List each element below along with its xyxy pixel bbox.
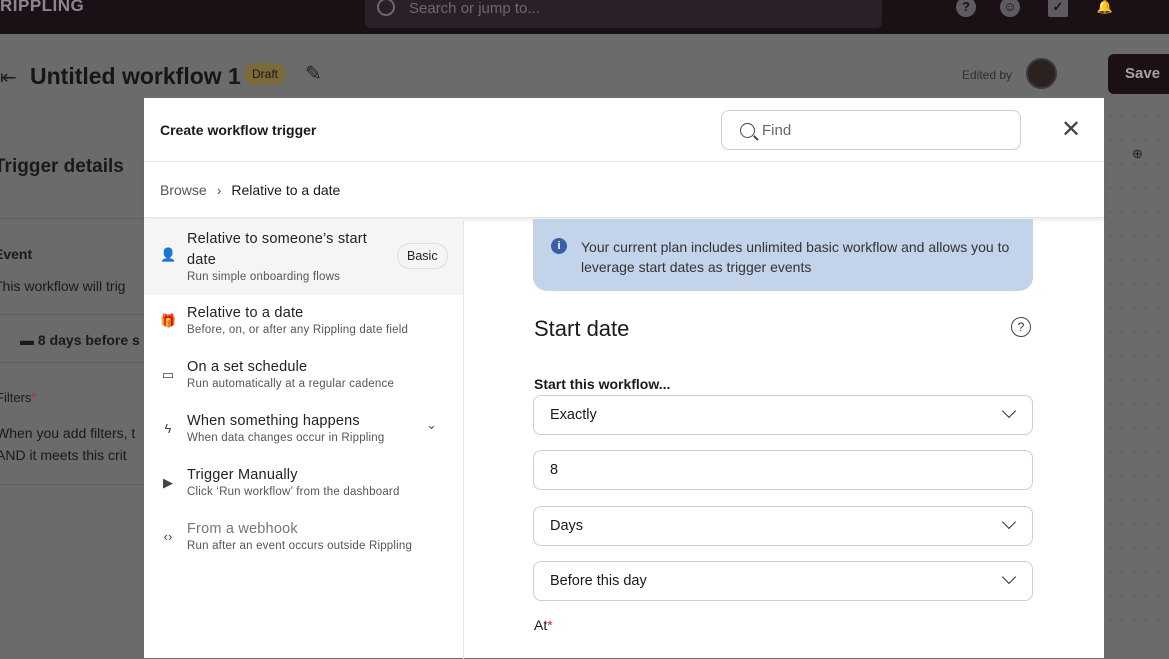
play-icon: ▶ xyxy=(163,475,173,490)
page-header: ⇤ Untitled workflow 1 Draft ✎ Edited by … xyxy=(0,54,1169,95)
find-input[interactable]: Find xyxy=(721,110,1021,150)
edit-pencil-icon[interactable]: ✎ xyxy=(305,61,322,86)
amount-input[interactable]: 8 xyxy=(533,450,1033,490)
chevron-right-icon: › xyxy=(216,182,222,198)
divider xyxy=(0,314,144,315)
at-label-text: At xyxy=(534,617,548,633)
event-label: Event xyxy=(0,246,33,262)
gift-icon: 🎁 xyxy=(160,313,177,328)
plan-info-banner: i Your current plan includes unlimited ba… xyxy=(533,219,1033,291)
trigger-title: Relative to someone’s start date xyxy=(187,231,368,268)
workflow-canvas[interactable] xyxy=(1104,110,1169,640)
bell-icon[interactable]: 🔔 xyxy=(1095,0,1115,17)
help-icon[interactable]: ? xyxy=(1011,317,1031,337)
trigger-subtitle: Run automatically at a regular cadence xyxy=(187,378,395,390)
plan-badge: Basic xyxy=(397,243,448,269)
search-icon xyxy=(377,0,395,16)
breadcrumb-browse[interactable]: Browse xyxy=(160,182,207,198)
chevron-down-icon xyxy=(1001,514,1017,530)
trigger-config-panel: i Your current plan includes unlimited ba… xyxy=(464,219,1104,659)
trigger-something-happens[interactable]: ϟ When something happens When data chang… xyxy=(144,403,463,457)
trigger-title: From a webhook xyxy=(187,521,298,537)
trigger-manual[interactable]: ▶ Trigger Manually Click ‘Run workflow’ … xyxy=(144,457,463,511)
trigger-subtitle: Click ‘Run workflow’ from the dashboard xyxy=(187,486,400,498)
trigger-subtitle: Run after an event occurs outside Rippli… xyxy=(187,540,413,552)
trigger-title: Trigger Manually xyxy=(187,467,298,483)
trigger-subtitle: When data changes occur in Rippling xyxy=(187,432,385,444)
filters-description: AND it meets this crit xyxy=(0,447,127,463)
calendar-icon: ▭ xyxy=(161,367,175,382)
chevron-down-icon[interactable]: ⌄ xyxy=(426,417,437,433)
required-marker: * xyxy=(31,390,37,405)
chevron-down-icon xyxy=(1001,403,1017,419)
edited-by-label: Edited by xyxy=(962,68,1013,82)
event-value-text: 8 days before s xyxy=(37,332,140,348)
filters-label: Filters* xyxy=(0,390,36,405)
amount-value: 8 xyxy=(550,462,559,478)
divider xyxy=(0,218,144,219)
filters-label-text: Filters xyxy=(0,390,32,405)
page-title: Untitled workflow 1 xyxy=(30,63,241,89)
divider xyxy=(0,362,144,363)
search-placeholder: Search or jump to... xyxy=(409,0,540,17)
modal-header: Create workflow trigger Find ✕ xyxy=(144,98,1104,162)
divider xyxy=(0,484,144,485)
at-label: At* xyxy=(534,617,553,633)
trigger-start-date[interactable]: 👤 Relative to someone’s start date Run s… xyxy=(144,219,463,295)
save-button[interactable]: Save xyxy=(1108,54,1169,94)
trigger-title: Relative to a date xyxy=(187,305,304,321)
lightning-icon: ϟ xyxy=(164,421,172,436)
trigger-relative-date[interactable]: 🎁 Relative to a date Before, on, or afte… xyxy=(144,295,463,349)
info-icon: i xyxy=(551,238,567,254)
find-placeholder: Find xyxy=(762,122,792,139)
required-marker: * xyxy=(547,617,553,633)
trigger-webhook[interactable]: ‹› From a webhook Run after an event occ… xyxy=(144,511,463,565)
unit-select[interactable]: Days xyxy=(533,506,1033,546)
relation-value: Before this day xyxy=(550,573,647,589)
trigger-title: On a set schedule xyxy=(187,359,308,375)
accessibility-icon[interactable]: ☺ xyxy=(1000,0,1020,17)
event-description: This workflow will trig xyxy=(0,278,126,294)
tasks-icon[interactable]: ✓ xyxy=(1048,0,1068,17)
trigger-subtitle: Run simple onboarding flows xyxy=(187,271,341,283)
create-trigger-modal: Create workflow trigger Find ✕ Browse › Re… xyxy=(144,98,1104,659)
relation-select[interactable]: Before this day xyxy=(533,561,1033,601)
calendar-icon: ▬ xyxy=(20,332,38,348)
avatar xyxy=(1026,58,1057,89)
mode-select[interactable]: Exactly xyxy=(533,395,1033,435)
trigger-title: When something happens xyxy=(187,413,360,429)
filters-description: When you add filters, t xyxy=(0,425,136,441)
trigger-list: 👤 Relative to someone’s start date Run s… xyxy=(144,219,464,659)
unit-value: Days xyxy=(550,518,584,534)
info-text: Your current plan includes unlimited bas… xyxy=(581,239,1010,275)
breadcrumb: Browse › Relative to a date xyxy=(144,162,1104,218)
top-nav-bar: RIPPLING Search or jump to... ? ☺ ✓ 🔔 xyxy=(0,0,1169,34)
close-icon[interactable]: ✕ xyxy=(1061,115,1081,144)
form-title: Start date xyxy=(534,316,630,341)
help-icon[interactable]: ? xyxy=(956,0,976,17)
trigger-subtitle: Before, on, or after any Rippling date f… xyxy=(187,324,409,336)
rippling-logo[interactable]: RIPPLING xyxy=(0,0,84,16)
status-badge: Draft xyxy=(244,63,287,85)
zoom-in-icon[interactable]: ⊕ xyxy=(1132,146,1143,162)
modal-title: Create workflow trigger xyxy=(160,122,317,138)
event-value[interactable]: ▬ 8 days before s xyxy=(20,332,140,348)
global-search[interactable]: Search or jump to... xyxy=(365,0,882,28)
start-label: Start this workflow... xyxy=(534,376,671,392)
section-title: Trigger details xyxy=(0,156,124,177)
trigger-schedule[interactable]: ▭ On a set schedule Run automatically at… xyxy=(144,349,463,403)
person-add-icon: 👤 xyxy=(160,247,177,262)
search-icon xyxy=(740,123,755,138)
mode-value: Exactly xyxy=(550,407,597,423)
chevron-down-icon xyxy=(1001,569,1017,585)
breadcrumb-current: Relative to a date xyxy=(231,182,341,198)
exit-icon[interactable]: ⇤ xyxy=(0,65,17,90)
code-icon: ‹› xyxy=(163,529,173,544)
